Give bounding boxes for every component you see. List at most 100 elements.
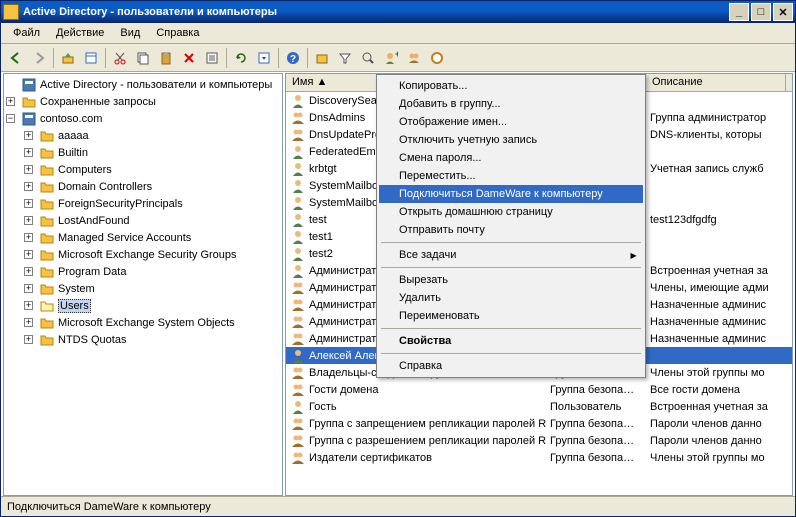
add-ou-button[interactable] <box>426 47 448 69</box>
container-icon[interactable] <box>311 47 333 69</box>
tree-node-domain-controllers[interactable]: +Domain Controllers <box>6 178 280 195</box>
expander[interactable]: + <box>24 318 33 327</box>
list-pane[interactable]: Имя ▲ТипОписание DiscoverySearchMDnsAdmi… <box>285 73 793 496</box>
list-row[interactable]: Издатели сертификатовГруппа безопа…Члены… <box>286 449 792 466</box>
tree-node-system[interactable]: +System <box>6 280 280 297</box>
minimize-button[interactable]: _ <box>729 3 749 21</box>
show-button[interactable] <box>80 47 102 69</box>
folder-icon <box>39 128 55 144</box>
tree-node-users[interactable]: + Users <box>6 297 280 314</box>
expander[interactable]: + <box>24 284 33 293</box>
expander[interactable]: + <box>24 131 33 140</box>
menu-справка[interactable]: Справка <box>148 25 207 41</box>
forward-button[interactable] <box>28 47 50 69</box>
tree-node-program-data[interactable]: +Program Data <box>6 263 280 280</box>
expander[interactable]: + <box>24 182 33 191</box>
expander[interactable]: + <box>24 199 33 208</box>
ctx-item[interactable]: Справка <box>379 357 643 375</box>
export-button[interactable] <box>253 47 275 69</box>
add-group-button[interactable] <box>403 47 425 69</box>
up-button[interactable] <box>57 47 79 69</box>
folder-icon <box>21 94 37 110</box>
ctx-item[interactable]: Смена пароля... <box>379 149 643 167</box>
expander[interactable]: + <box>24 301 33 310</box>
copy-button[interactable] <box>132 47 154 69</box>
tree-label: ForeignSecurityPrincipals <box>58 198 183 210</box>
expander[interactable]: + <box>24 250 33 259</box>
ctx-item[interactable]: Подключиться DameWare к компьютеру <box>379 185 643 203</box>
menu-файл[interactable]: Файл <box>5 25 48 41</box>
list-row[interactable]: Группа с разрешением репликации паролей … <box>286 432 792 449</box>
expander[interactable]: − <box>6 114 15 123</box>
list-row[interactable]: Группа с запрещением репликации паролей … <box>286 415 792 432</box>
expander[interactable]: + <box>24 165 33 174</box>
ctx-separator <box>381 242 641 243</box>
ctx-item[interactable]: Переименовать <box>379 307 643 325</box>
tree-domain[interactable]: −contoso.com <box>6 110 280 127</box>
row-desc: Учетная запись служб <box>646 163 786 175</box>
ctx-item[interactable]: Открыть домашнюю страницу <box>379 203 643 221</box>
paste-button[interactable] <box>155 47 177 69</box>
row-name: DnsAdmins <box>309 112 365 124</box>
list-row[interactable]: ГостьПользовательВстроенная учетная за <box>286 398 792 415</box>
tree-root[interactable]: Active Directory - пользователи и компью… <box>6 76 280 93</box>
cut-button[interactable] <box>109 47 131 69</box>
tree-node-builtin[interactable]: +Builtin <box>6 144 280 161</box>
tree-label: Users <box>58 299 91 313</box>
ctx-item[interactable]: Отправить почту <box>379 221 643 239</box>
filter-button[interactable] <box>334 47 356 69</box>
ctx-item[interactable]: Копировать... <box>379 77 643 95</box>
maximize-button[interactable]: □ <box>751 3 771 21</box>
tree-node-microsoft-exchange-security-groups[interactable]: +Microsoft Exchange Security Groups <box>6 246 280 263</box>
folder-icon <box>39 264 55 280</box>
add-user-button[interactable]: + <box>380 47 402 69</box>
tree-pane[interactable]: Active Directory - пользователи и компью… <box>3 73 283 496</box>
expander[interactable]: + <box>24 233 33 242</box>
tree-node-ntds-quotas[interactable]: +NTDS Quotas <box>6 331 280 348</box>
row-name: Группа с запрещением репликации паролей … <box>309 418 546 430</box>
properties-button[interactable] <box>201 47 223 69</box>
tree-node-lostandfound[interactable]: +LostAndFound <box>6 212 280 229</box>
ctx-item[interactable]: Отключить учетную запись <box>379 131 643 149</box>
tree-node-computers[interactable]: +Computers <box>6 161 280 178</box>
close-button[interactable]: ✕ <box>773 3 793 21</box>
ctx-item[interactable]: Все задачи <box>379 246 643 264</box>
row-desc: Назначенные админис <box>646 316 786 328</box>
expander[interactable]: + <box>24 335 33 344</box>
find-button[interactable] <box>357 47 379 69</box>
expander[interactable]: + <box>6 97 15 106</box>
list-row[interactable]: Гости доменаГруппа безопа…Все гости доме… <box>286 381 792 398</box>
user-icon <box>290 161 306 177</box>
tree-node-aaaaa[interactable]: +aaaaa <box>6 127 280 144</box>
group-icon <box>290 297 306 313</box>
row-name: Гости домена <box>309 384 379 396</box>
expander[interactable]: + <box>24 148 33 157</box>
ctx-item[interactable]: Свойства <box>379 332 643 350</box>
ctx-item[interactable]: Удалить <box>379 289 643 307</box>
menu-вид[interactable]: Вид <box>112 25 148 41</box>
expander[interactable]: + <box>24 216 33 225</box>
help-button[interactable]: ? <box>282 47 304 69</box>
user-icon <box>290 195 306 211</box>
expander[interactable]: + <box>24 267 33 276</box>
delete-button[interactable] <box>178 47 200 69</box>
ctx-item[interactable]: Отображение имен... <box>379 113 643 131</box>
row-name: Гость <box>309 401 337 413</box>
ctx-item[interactable]: Переместить... <box>379 167 643 185</box>
row-name: test1 <box>309 231 333 243</box>
column-header-2[interactable]: Описание <box>646 74 786 91</box>
tree-node-foreignsecurityprincipals[interactable]: + ForeignSecurityPrincipals <box>6 195 280 212</box>
tree-node-managed-service-accounts[interactable]: +Managed Service Accounts <box>6 229 280 246</box>
ctx-separator <box>381 353 641 354</box>
menu-действие[interactable]: Действие <box>48 25 112 41</box>
ctx-item[interactable]: Вырезать <box>379 271 643 289</box>
tree-node-microsoft-exchange-system-objects[interactable]: +Microsoft Exchange System Objects <box>6 314 280 331</box>
row-type: Группа безопа… <box>546 384 646 396</box>
group-icon <box>290 416 306 432</box>
back-button[interactable] <box>5 47 27 69</box>
refresh-button[interactable] <box>230 47 252 69</box>
row-desc: Члены этой группы мо <box>646 452 786 464</box>
ctx-item[interactable]: Добавить в группу... <box>379 95 643 113</box>
row-desc: Назначенные админис <box>646 299 786 311</box>
tree-saved-queries[interactable]: +Сохраненные запросы <box>6 93 280 110</box>
